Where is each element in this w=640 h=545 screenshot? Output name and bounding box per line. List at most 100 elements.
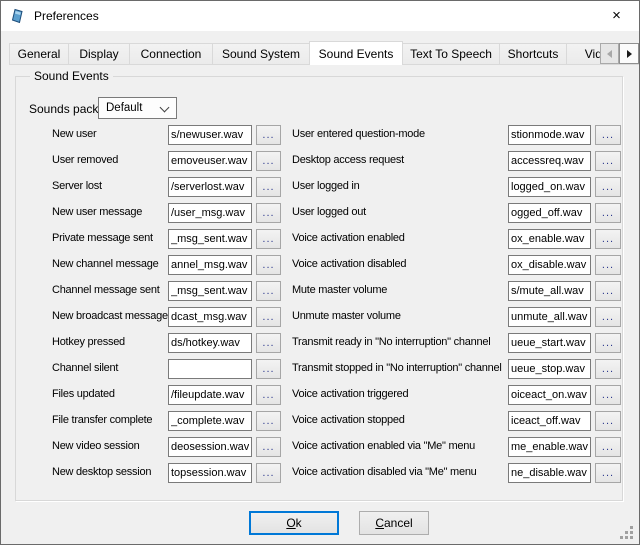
browse-button[interactable]: ... [256,151,281,171]
sound-file-input[interactable] [168,359,252,379]
browse-button[interactable]: ... [256,411,281,431]
browse-button[interactable]: ... [595,203,621,223]
sound-file-input[interactable] [168,229,252,249]
sound-file-input[interactable] [508,385,591,405]
browse-button[interactable]: ... [256,463,281,483]
sound-file-input[interactable] [168,411,252,431]
sound-file-input[interactable] [168,151,252,171]
tab-general[interactable]: General [9,43,69,64]
browse-button[interactable]: ... [256,229,281,249]
browse-button[interactable]: ... [595,125,621,145]
sound-file-input[interactable] [508,333,591,353]
sound-event-label: User logged in [292,180,359,192]
tab-label: Sound Events [319,47,394,61]
sound-event-row: Voice activation disabled ... [292,255,622,275]
sound-file-input[interactable] [168,177,252,197]
sound-file-input[interactable] [168,385,252,405]
sound-file-input[interactable] [168,333,252,353]
sound-file-input[interactable] [508,151,591,171]
tab-scroll-right-icon [627,50,632,58]
browse-button[interactable]: ... [595,411,621,431]
browse-button[interactable]: ... [595,463,621,483]
sound-file-input[interactable] [508,307,591,327]
sound-event-label: Files updated [52,388,115,400]
sound-file-input[interactable] [168,255,252,275]
browse-button[interactable]: ... [595,229,621,249]
sound-event-label: Desktop access request [292,154,404,166]
sound-file-input[interactable] [168,437,252,457]
browse-button[interactable]: ... [595,333,621,353]
browse-button[interactable]: ... [595,437,621,457]
tab-label: General [18,47,61,61]
tab-sound-system[interactable]: Sound System [212,43,310,64]
browse-button[interactable]: ... [595,177,621,197]
sound-event-label: Voice activation triggered [292,388,408,400]
resize-grip[interactable] [620,526,633,539]
sound-file-input[interactable] [508,203,591,223]
sound-file-input[interactable] [508,125,591,145]
browse-button[interactable]: ... [595,255,621,275]
sound-file-input[interactable] [508,229,591,249]
browse-button[interactable]: ... [256,177,281,197]
sound-event-row: Voice activation triggered ... [292,385,622,405]
sound-event-label: Voice activation disabled [292,258,406,270]
sounds-pack-value: Default [106,102,142,114]
sound-event-row: Voice activation enabled via "Me" menu .… [292,437,622,457]
sound-file-input[interactable] [508,411,591,431]
browse-button[interactable]: ... [595,151,621,171]
sound-event-label: User logged out [292,206,366,218]
close-button[interactable]: × [594,1,639,30]
sound-event-label: User entered question-mode [292,128,425,140]
sound-file-input[interactable] [168,125,252,145]
sound-event-row: Channel silent ... [52,359,282,379]
ok-button[interactable]: Ok [249,511,339,535]
sound-file-input[interactable] [508,255,591,275]
browse-button[interactable]: ... [256,385,281,405]
tab-scroll-right-button[interactable] [619,43,639,64]
browse-button[interactable]: ... [595,359,621,379]
sound-event-label: Hotkey pressed [52,336,125,348]
sound-file-input[interactable] [508,177,591,197]
sound-event-label: New desktop session [52,466,151,478]
sound-event-label: Voice activation enabled via "Me" menu [292,440,475,452]
browse-button[interactable]: ... [256,359,281,379]
sound-event-row: New channel message ... [52,255,282,275]
sound-file-input[interactable] [168,463,252,483]
ok-button-label: Ok [286,516,301,530]
sound-event-label: Transmit ready in "No interruption" chan… [292,336,490,348]
browse-button[interactable]: ... [256,307,281,327]
tab-connection[interactable]: Connection [129,43,213,64]
sound-file-input[interactable] [508,437,591,457]
sound-event-label: Voice activation enabled [292,232,405,244]
sounds-pack-select[interactable]: Default [98,97,177,119]
sound-events-groupbox: Sound Events Sounds pack Default New use… [15,76,623,501]
sound-file-input[interactable] [508,359,591,379]
tab-sound-events[interactable]: Sound Events [309,41,403,65]
sound-file-input[interactable] [168,307,252,327]
browse-button[interactable]: ... [595,385,621,405]
browse-button[interactable]: ... [595,281,621,301]
tab-text-to-speech[interactable]: Text To Speech [402,43,500,64]
tab-display[interactable]: Display [68,43,130,64]
cancel-button[interactable]: Cancel [359,511,429,535]
browse-button[interactable]: ... [256,437,281,457]
sound-event-row: Channel message sent ... [52,281,282,301]
sound-file-input[interactable] [508,463,591,483]
browse-button[interactable]: ... [256,333,281,353]
sounds-pack-label: Sounds pack [29,102,98,116]
browse-button[interactable]: ... [256,281,281,301]
chevron-down-icon [160,103,170,113]
sound-file-input[interactable] [168,203,252,223]
browse-button[interactable]: ... [595,307,621,327]
sound-event-label: New video session [52,440,139,452]
browse-button[interactable]: ... [256,203,281,223]
sound-event-row: Files updated ... [52,385,282,405]
tab-scroll-left-button[interactable] [600,43,619,64]
tab-shortcuts[interactable]: Shortcuts [499,43,567,64]
sound-event-label: New broadcast message [52,310,168,322]
sound-file-input[interactable] [508,281,591,301]
tab-label: Display [79,47,118,61]
browse-button[interactable]: ... [256,125,281,145]
sound-file-input[interactable] [168,281,252,301]
browse-button[interactable]: ... [256,255,281,275]
